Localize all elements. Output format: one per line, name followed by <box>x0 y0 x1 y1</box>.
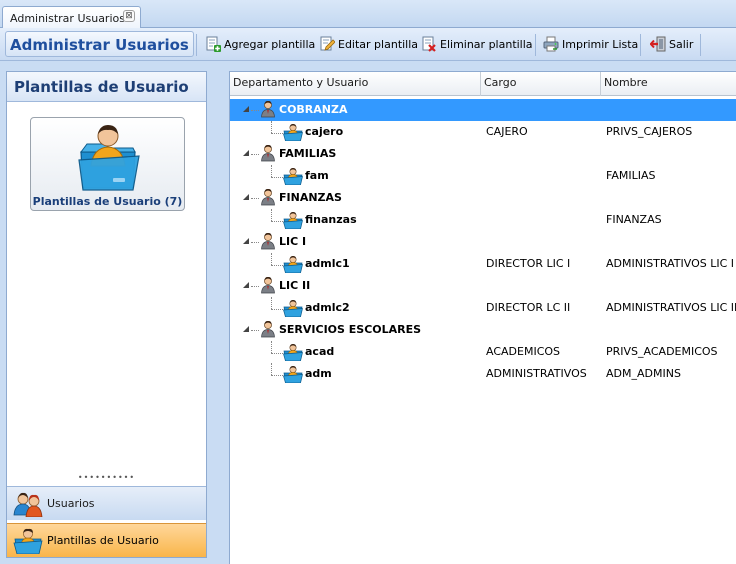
user-name: cajero <box>305 125 344 138</box>
collapse-arrow-icon[interactable] <box>243 194 249 200</box>
users-icon <box>13 492 43 517</box>
tree-row-user[interactable]: finanzas FINANZAS <box>230 209 736 231</box>
edit-template-button[interactable]: Editar plantilla <box>316 33 421 55</box>
toolbar: Administrar Usuarios Agregar plantilla E… <box>0 28 736 61</box>
panel-title: Plantillas de Usuario <box>7 72 206 102</box>
department-user-icon <box>258 188 278 206</box>
nav-item-plantillas-de-usuario[interactable]: Plantillas de Usuario <box>7 523 206 557</box>
user-folder-icon <box>283 299 303 318</box>
department-name: FAMILIAS <box>279 147 337 160</box>
tab-label: Administrar Usuarios <box>10 12 125 25</box>
cell-cargo: DIRECTOR LIC I <box>486 257 571 270</box>
tree-row-department[interactable]: LIC II <box>230 275 736 297</box>
user-folder-icon <box>78 125 140 191</box>
tree-row-user[interactable]: admlc1 DIRECTOR LIC I ADMINISTRATIVOS LIC … <box>230 253 736 275</box>
user-folder-icon <box>283 343 303 362</box>
tree-row-department[interactable]: LIC I <box>230 231 736 253</box>
printer-icon <box>543 36 559 52</box>
department-name: FINANZAS <box>279 191 342 204</box>
department-user-icon <box>258 100 278 118</box>
tree-row-department[interactable]: SERVICIOS ESCOLARES <box>230 319 736 341</box>
edit-template-label: Editar plantilla <box>338 37 419 51</box>
templates-tile[interactable]: Plantillas de Usuario (7) <box>30 117 185 211</box>
collapse-arrow-icon[interactable] <box>243 238 249 244</box>
cell-cargo: DIRECTOR LC II <box>486 301 571 314</box>
column-header-departamento[interactable]: Departamento y Usuario <box>230 72 481 96</box>
cell-cargo: ADMINISTRATIVOS <box>486 367 587 380</box>
user-folder-icon <box>283 255 303 274</box>
tree-row-department[interactable]: COBRANZA <box>230 99 736 121</box>
column-header-nombre[interactable]: Nombre <box>601 72 736 96</box>
user-name: finanzas <box>305 213 357 226</box>
tree-row-department[interactable]: FAMILIAS <box>230 143 736 165</box>
nav-item-usuarios[interactable]: Usuarios <box>7 486 206 520</box>
document-tabstrip: Administrar Usuarios ⊠ <box>0 0 736 29</box>
users-tree-grid: Departamento y Usuario Cargo Nombre COBR… <box>229 71 736 564</box>
templates-tile-label: Plantillas de Usuario (7) <box>32 195 183 208</box>
toolbar-separator <box>196 34 197 56</box>
delete-template-label: Eliminar plantilla <box>440 37 533 51</box>
cell-nombre: PRIVS_CAJEROS <box>606 125 693 138</box>
nav-item-label: Plantillas de Usuario <box>47 534 159 547</box>
collapse-arrow-icon[interactable] <box>243 282 249 288</box>
toolbar-separator <box>700 34 701 56</box>
templates-panel: Plantillas de Usuario Plantillas de Usua… <box>6 71 207 558</box>
user-name: fam <box>305 169 329 182</box>
user-folder-icon <box>283 167 303 186</box>
tree-row-user[interactable]: fam FAMILIAS <box>230 165 736 187</box>
department-user-icon <box>258 320 278 338</box>
user-folder-icon <box>13 528 43 554</box>
print-list-label: Imprimir Lista <box>562 37 639 51</box>
exit-icon <box>649 36 666 52</box>
department-name: SERVICIOS ESCOLARES <box>279 323 422 336</box>
cell-nombre: PRIVS_ACADEMICOS <box>606 345 718 358</box>
cell-nombre: FINANZAS <box>606 213 662 226</box>
panel-splitter[interactable]: •••••••••• <box>7 472 206 484</box>
page-title: Administrar Usuarios <box>5 31 194 57</box>
cell-nombre: ADM_ADMINS <box>606 367 681 380</box>
edit-template-icon <box>319 36 336 52</box>
department-user-icon <box>258 144 278 162</box>
tab-administrar-usuarios[interactable]: Administrar Usuarios ⊠ <box>2 6 141 29</box>
add-template-button[interactable]: Agregar plantilla <box>202 33 318 55</box>
tree-row-user[interactable]: acad ACADEMICOS PRIVS_ACADEMICOS <box>230 341 736 363</box>
tree-row-user[interactable]: cajero CAJERO PRIVS_CAJEROS <box>230 121 736 143</box>
cell-cargo: CAJERO <box>486 125 528 138</box>
cell-nombre: FAMILIAS <box>606 169 656 182</box>
user-folder-icon <box>283 123 303 142</box>
delete-template-icon <box>421 36 437 52</box>
user-folder-icon <box>283 211 303 230</box>
toolbar-separator <box>535 34 536 56</box>
cell-nombre: ADMINISTRATIVOS LIC II <box>606 301 736 314</box>
department-name: COBRANZA <box>279 103 348 116</box>
department-name: LIC I <box>279 235 307 248</box>
user-name: adm <box>305 367 332 380</box>
user-name: admlc2 <box>305 301 350 314</box>
user-name: admlc1 <box>305 257 350 270</box>
tree-row-department[interactable]: FINANZAS <box>230 187 736 209</box>
column-header-cargo[interactable]: Cargo <box>481 72 601 96</box>
print-list-button[interactable]: Imprimir Lista <box>540 33 641 55</box>
tree-row-user[interactable]: adm ADMINISTRATIVOS ADM_ADMINS <box>230 363 736 385</box>
collapse-arrow-icon[interactable] <box>243 106 249 112</box>
exit-label: Salir <box>669 37 694 51</box>
grid-header: Departamento y Usuario Cargo Nombre <box>230 72 736 96</box>
user-name: acad <box>305 345 335 358</box>
department-user-icon <box>258 276 278 294</box>
user-folder-icon <box>283 365 303 384</box>
collapse-arrow-icon[interactable] <box>243 326 249 332</box>
delete-template-button[interactable]: Eliminar plantilla <box>418 33 536 55</box>
cell-nombre: ADMINISTRATIVOS LIC I <box>606 257 734 270</box>
add-template-icon <box>205 36 221 52</box>
nav-item-label: Usuarios <box>47 497 95 510</box>
collapse-arrow-icon[interactable] <box>243 150 249 156</box>
close-tab-icon[interactable]: ⊠ <box>123 10 135 22</box>
cell-cargo: ACADEMICOS <box>486 345 561 358</box>
tree-row-user[interactable]: admlc2 DIRECTOR LC II ADMINISTRATIVOS LIC … <box>230 297 736 319</box>
toolbar-separator <box>640 34 641 56</box>
exit-button[interactable]: Salir <box>647 33 696 55</box>
add-template-label: Agregar plantilla <box>224 37 316 51</box>
department-name: LIC II <box>279 279 311 292</box>
department-user-icon <box>258 232 278 250</box>
